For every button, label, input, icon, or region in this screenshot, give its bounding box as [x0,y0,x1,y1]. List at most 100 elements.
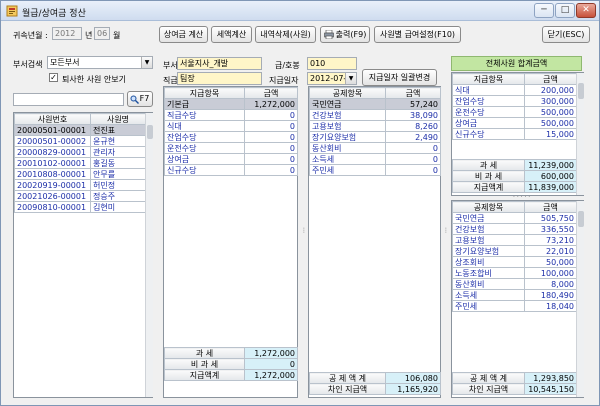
deduction-row[interactable]: 건강보험 38,090 [309,109,441,121]
position-label: 직급 [163,76,178,85]
deduction-amount: 0 [385,142,441,154]
close-window-button[interactable]: ✕ [576,3,596,18]
total-deduction-row[interactable]: 고용보험 73,210 [452,234,577,246]
employee-no: 20000501-00002 [14,135,91,147]
total-deduction-item: 고용보험 [452,234,525,246]
employee-list-scrollbar[interactable] [145,113,153,397]
deduction-row[interactable]: 국민연금 57,240 [309,98,441,110]
deduction-amount: 38,090 [385,109,441,121]
retired-checkbox[interactable]: ✓ [49,73,58,82]
total-deduction-sum-row-value: 1,293,850 [524,372,577,384]
year-field[interactable]: 2012 [52,27,82,40]
deduction-amount: 57,240 [385,98,441,110]
splitter-handle[interactable]: ⋮ [442,227,450,234]
dept-label: 부서 [163,61,178,70]
grade-field[interactable]: 010 [307,57,357,70]
taxable-row-value: 1,272,000 [244,347,298,359]
pay-item-name: 잔업수당 [164,131,245,143]
deduction-name: 장기요양보험 [309,131,386,143]
employee-search-input[interactable] [13,93,124,106]
total-deduction-row[interactable]: 건강보험 336,550 [452,223,577,235]
total-deduction-row[interactable]: 노동조합비 100,000 [452,267,577,279]
search-f7-button[interactable]: F7 [127,91,153,107]
paydate-picker[interactable]: 2012-07-10 ▼ [307,72,357,85]
print-button[interactable]: 출력(F9) [320,26,370,43]
employee-row[interactable]: 20090810-00001 김현미 [14,201,146,213]
employee-no: 20090810-00001 [14,201,91,213]
pay-item-row[interactable]: 신규수당 0 [164,164,298,176]
total-pay-row[interactable]: 잔업수당 300,000 [452,95,577,107]
employee-row[interactable]: 20000829-00001 관리자 [14,146,146,158]
total-deduction-item: 장기요양보험 [452,245,525,257]
bonus-calc-button[interactable]: 상여금 계산 [159,26,208,43]
employee-name: 홍길동 [90,157,146,169]
pay-item-row[interactable]: 직급수당 0 [164,109,298,121]
total-deduction-item: 주민세 [452,300,525,312]
chevron-down-icon: ▼ [345,73,356,84]
total-pay-panel: 지급항목 금액 식대 200,000 잔업수당 300,000 운전수당 500,000 상… [451,72,584,196]
total-pay-row[interactable]: 식대 200,000 [452,84,577,96]
delete-employee-button[interactable]: 내역삭제(사원) [255,26,316,43]
deduction-total-row-value: 106,080 [385,372,441,384]
maximize-button[interactable]: □ [555,3,575,18]
total-deduction-item: 동산회비 [452,278,525,290]
pay-total-row-value: 1,272,000 [244,369,298,381]
col-total-pay-amount: 금액 [524,73,577,85]
employee-row[interactable]: 20010102-00001 홍길동 [14,157,146,169]
deduction-row[interactable]: 소득세 0 [309,153,441,165]
total-deduction-amount: 8,000 [524,278,577,290]
month-field[interactable]: 06 [94,27,110,40]
paydate-bulk-change-button[interactable]: 지급일자 일괄변경 [362,69,437,86]
nontaxable-row: 비 과 세0 [164,358,298,370]
total-deduction-amount: 50,000 [524,256,577,268]
month-unit: 월 [113,31,121,40]
search-icon [130,95,139,104]
pay-item-row[interactable]: 운전수당 0 [164,142,298,154]
close-button[interactable]: 닫기(ESC) [542,26,590,43]
deduction-row[interactable]: 장기요양보험 2,490 [309,131,441,143]
pay-item-row[interactable]: 기본급 1,272,000 [164,98,298,110]
total-deduction-scrollbar[interactable] [576,201,584,397]
pay-item-row[interactable]: 잔업수당 0 [164,131,298,143]
splitter-handle[interactable]: ⋮ [300,227,308,234]
total-pay-row[interactable]: 운전수당 500,000 [452,106,577,118]
total-pay-scrollbar[interactable] [576,73,584,195]
position-field[interactable]: 팀장 [177,72,262,85]
total-pay-row[interactable]: 신규수당 15,000 [452,128,577,140]
total-pay-row[interactable]: 상여금 500,000 [452,117,577,129]
pay-item-row[interactable]: 상여금 0 [164,153,298,165]
total-deduction-row[interactable]: 동산회비 8,000 [452,278,577,290]
deduction-row[interactable]: 고용보험 8,260 [309,120,441,132]
deduction-row[interactable]: 동산회비 0 [309,142,441,154]
total-deduction-row[interactable]: 상조회비 50,000 [452,256,577,268]
pay-item-row[interactable]: 식대 0 [164,120,298,132]
net-pay-row-label: 차인 지급액 [309,383,386,395]
employee-pay-settings-button[interactable]: 사원별 급여설정(F10) [374,26,461,43]
dept-field[interactable]: 서울지사_개발 [177,57,262,70]
dept-search-select[interactable]: 모든부서 ▼ [47,56,153,69]
taxable-row: 과 세 1,272,000 [164,347,298,359]
minimize-button[interactable]: ─ [534,3,554,18]
scrollbar-thumb[interactable] [147,125,153,139]
client-area: 귀속년월 : 2012 년 06 월 상여금 계산 세액계산 내역삭제(사원) … [5,22,596,403]
deduction-total-row-label: 공 제 액 계 [309,372,386,384]
deduction-row[interactable]: 주민세 0 [309,164,441,176]
employee-table-header: 사원번호 사원명 [14,113,146,125]
total-taxable-row-label: 과 세 [452,159,525,171]
employee-no: 20010102-00001 [14,157,91,169]
dept-search-label: 부서검색 [13,60,43,69]
total-deduction-row[interactable]: 소득세 180,490 [452,289,577,301]
employee-row[interactable]: 20010808-00001 안무를 [14,168,146,180]
total-deduction-row[interactable]: 주민세 18,040 [452,300,577,312]
pay-item-amount: 0 [244,153,298,165]
scrollbar-thumb[interactable] [578,211,584,227]
tax-calc-button[interactable]: 세액계산 [211,26,252,43]
scrollbar-thumb[interactable] [578,83,584,99]
employee-name: 관리자 [90,146,146,158]
employee-row[interactable]: 20000501-00001 전진표 [14,124,146,136]
employee-row[interactable]: 20000501-00002 윤규현 [14,135,146,147]
total-deduction-row[interactable]: 국민연금 505,750 [452,212,577,224]
total-deduction-row[interactable]: 장기요양보험 22,010 [452,245,577,257]
employee-row[interactable]: 20020919-00001 허민정 [14,179,146,191]
employee-row[interactable]: 20021026-00001 정승주 [14,190,146,202]
